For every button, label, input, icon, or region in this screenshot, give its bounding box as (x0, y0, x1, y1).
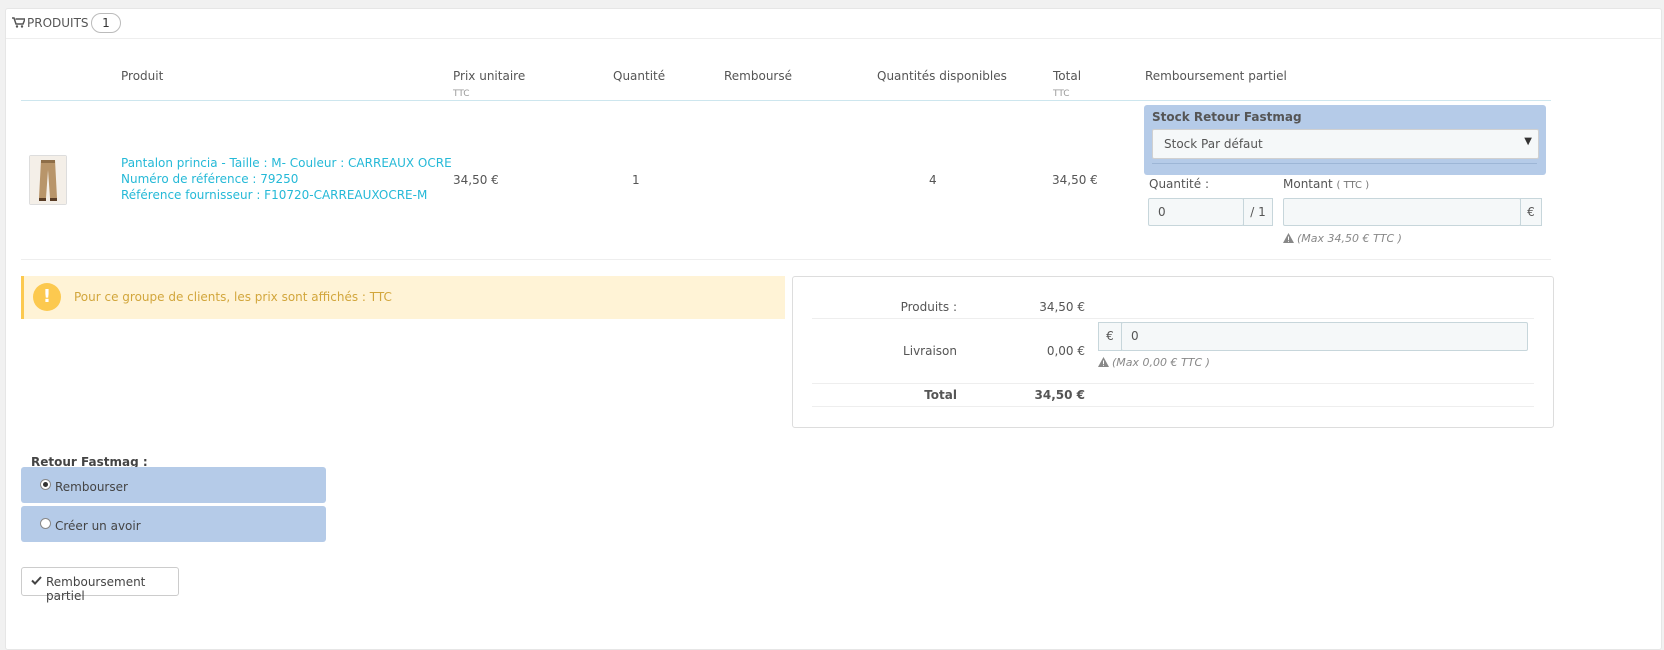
cell-available: 4 (929, 173, 937, 187)
refund-amount-label-sub: ( TTC ) (1336, 180, 1370, 191)
refund-amount-help-text: (Max 34,50 € TTC ) (1297, 232, 1402, 245)
chevron-down-icon: ▼ (1524, 136, 1532, 147)
totals-divider (812, 383, 1534, 384)
alert-text: Pour ce groupe de clients, les prix sont… (74, 290, 392, 304)
totals-total-label: Total (924, 388, 957, 402)
header-partial-refund: Remboursement partiel (1145, 69, 1287, 83)
header-unit-price: Prix unitaire TTC (453, 69, 525, 99)
header-refunded: Remboursé (724, 69, 793, 83)
refund-amount-help: (Max 34,50 € TTC ) (1283, 232, 1402, 245)
exclamation-icon: ! (33, 283, 61, 311)
header-divider (21, 100, 1551, 101)
panel-heading: Produits 1 (6, 9, 1661, 39)
stock-box-divider (1152, 163, 1537, 164)
totals-products-value: 34,50 € (1039, 300, 1085, 314)
refund-amount-input[interactable] (1283, 198, 1521, 226)
totals-divider (812, 406, 1534, 407)
header-available: Quantités disponibles (877, 69, 1007, 83)
stock-return-label: Stock Retour Fastmag (1152, 110, 1302, 124)
partial-refund-button[interactable]: Remboursement partiel (21, 567, 179, 603)
refund-amount-currency: € (1520, 198, 1542, 226)
totals-divider (812, 318, 1534, 319)
refund-quantity-max: / 1 (1243, 198, 1273, 226)
pants-image-icon (30, 156, 66, 204)
radio-rembourser-label: Rembourser (55, 480, 128, 494)
radio-rembourser[interactable] (40, 479, 51, 490)
warning-icon (1098, 357, 1109, 367)
totals-shipping-value: 0,00 € (1046, 344, 1085, 358)
product-reference-link[interactable]: Numéro de référence : 79250 (121, 172, 298, 186)
shipping-help-text: (Max 0,00 € TTC ) (1112, 356, 1210, 369)
totals-box: Produits : 34,50 € Livraison 0,00 € € 0 … (792, 276, 1554, 428)
product-count-badge: 1 (91, 13, 121, 33)
product-supplier-ref-link[interactable]: Référence fournisseur : F10720-CARREAUXO… (121, 188, 427, 202)
panel-title: Produits (27, 16, 89, 30)
cell-unit-price: 34,50 € (453, 173, 499, 187)
price-display-alert: ! Pour ce groupe de clients, les prix so… (21, 276, 785, 319)
radio-avoir[interactable] (40, 518, 51, 529)
header-unit-price-sub: TTC (453, 89, 470, 99)
refund-quantity-value: 0 (1158, 205, 1166, 219)
header-product: Produit (121, 69, 164, 83)
header-total-label: Total (1053, 69, 1082, 83)
product-name-link[interactable]: Pantalon princia - Taille : M- Couleur :… (121, 156, 452, 170)
refund-amount-label: Montant ( TTC ) (1283, 177, 1369, 191)
radio-avoir-label: Créer un avoir (55, 519, 141, 533)
header-total-sub: TTC (1053, 89, 1070, 99)
header-quantity: Quantité (613, 69, 666, 83)
radio-option-avoir[interactable]: Créer un avoir (21, 506, 326, 542)
refund-amount-label-text: Montant (1283, 177, 1333, 191)
stock-return-box: Stock Retour Fastmag Stock Par défaut ▼ (1144, 105, 1546, 175)
cell-quantity: 1 (632, 173, 640, 187)
products-panel: Produits 1 Produit Prix unitaire TTC Qua… (5, 8, 1662, 650)
row-divider (21, 259, 1551, 260)
totals-shipping-label: Livraison (903, 344, 957, 358)
shipping-refund-input[interactable]: 0 (1121, 322, 1528, 351)
stock-return-select[interactable]: Stock Par défaut ▼ (1152, 129, 1539, 159)
refund-quantity-label: Quantité : (1149, 177, 1209, 191)
warning-icon (1283, 233, 1294, 243)
shipping-help: (Max 0,00 € TTC ) (1098, 356, 1210, 369)
shipping-refund-value: 0 (1131, 329, 1139, 343)
totals-total-value: 34,50 € (1034, 388, 1085, 402)
cart-icon (12, 17, 27, 31)
stock-return-selected: Stock Par défaut (1164, 137, 1263, 151)
header-total: Total TTC (1053, 69, 1081, 99)
check-icon (31, 576, 42, 585)
product-thumbnail[interactable] (29, 155, 67, 205)
header-unit-price-label: Prix unitaire (453, 69, 526, 83)
cell-total: 34,50 € (1052, 173, 1098, 187)
refund-quantity-input[interactable]: 0 (1148, 198, 1244, 226)
radio-option-rembourser[interactable]: Rembourser (21, 467, 326, 503)
totals-products-label: Produits : (900, 300, 957, 314)
partial-refund-button-label: Remboursement partiel (46, 575, 146, 603)
shipping-currency: € (1098, 322, 1122, 351)
